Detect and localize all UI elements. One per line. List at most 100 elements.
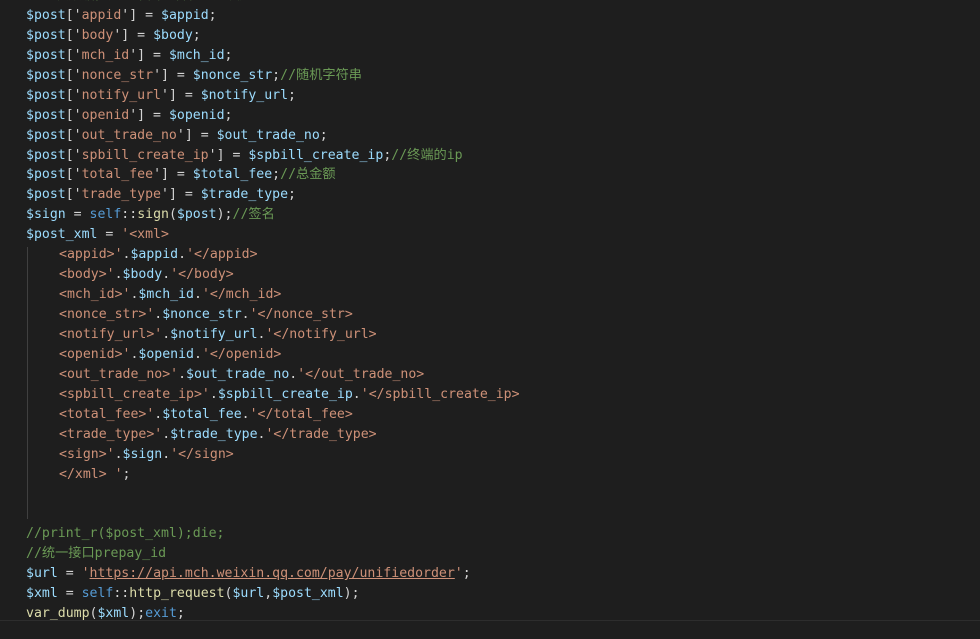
code-token: //统一接口prepay_id — [26, 546, 167, 562]
code-line[interactable]: //统一接口prepay_id — [26, 544, 980, 564]
code-line[interactable]: $url = 'https://api.mch.weixin.qq.com/pa… — [26, 564, 980, 584]
code-token: . — [178, 366, 187, 382]
code-token: $sign — [26, 207, 66, 223]
code-line[interactable]: <nonce_str>'.$nonce_str.'</nonce_str> — [26, 305, 980, 325]
code-token: . — [162, 426, 171, 442]
code-token: <appid>' — [59, 247, 123, 263]
code-token: //组装数据，用于下面签名和构造发送请求的xml — [26, 0, 316, 3]
code-token: exit — [145, 606, 177, 622]
code-line[interactable]: <notify_url>'.$notify_url.'</notify_url> — [26, 325, 980, 345]
code-token: ( — [168, 207, 177, 223]
code-line[interactable]: <out_trade_no>'.$out_trade_no.'</out_tra… — [26, 365, 980, 385]
code-token: $post — [26, 7, 66, 23]
code-line[interactable]: <appid>'.$appid.'</appid> — [26, 245, 980, 265]
code-token: . — [178, 247, 187, 263]
code-token: spbill_create_ip — [81, 147, 209, 163]
code-token: <body>' — [59, 267, 115, 283]
horizontal-scrollbar-track[interactable] — [0, 620, 980, 639]
code-line[interactable]: $post['appid'] = $appid; — [26, 6, 980, 26]
code-token: <nonce_str>' — [59, 307, 155, 322]
code-token: '</appid> — [186, 247, 258, 263]
code-token: '</spbill_create_ip> — [360, 386, 520, 402]
code-token: <mch_id>' — [59, 287, 131, 303]
code-line[interactable]: </xml> '; — [26, 465, 980, 485]
code-token: , — [264, 586, 273, 602]
code-token: <openid>' — [59, 346, 131, 362]
code-token: '</out_trade_no> — [297, 366, 425, 382]
code-line[interactable]: $post['trade_type'] = $trade_type; — [26, 185, 980, 205]
code-token: $body — [122, 267, 163, 283]
code-token: $post — [26, 167, 66, 183]
code-token: $body — [153, 27, 193, 43]
code-token: body — [81, 27, 114, 43]
code-line[interactable]: $post_xml = '<xml> — [26, 225, 980, 245]
code-line[interactable]: $post['mch_id'] = $mch_id; — [26, 46, 980, 66]
code-line[interactable]: $post['notify_url'] = $notify_url; — [26, 86, 980, 106]
code-token: self — [81, 586, 114, 602]
code-token: ; — [272, 167, 281, 183]
code-token: ; — [288, 87, 296, 103]
code-token: nonce_str — [81, 67, 154, 83]
code-line[interactable]: <total_fee>'.$total_fee.'</total_fee> — [26, 405, 980, 425]
code-token: ; — [288, 187, 296, 203]
code-token: $appid — [161, 7, 209, 23]
code-token: '</total_fee> — [249, 406, 353, 422]
code-token: . — [241, 406, 250, 422]
code-line[interactable]: <mch_id>'.$mch_id.'</mch_id> — [26, 285, 980, 305]
code-token: $appid — [130, 247, 179, 263]
code-token: //总金额 — [280, 167, 336, 183]
code-token: '] = — [113, 27, 154, 43]
code-token: ; — [176, 606, 185, 622]
code-token: . — [209, 386, 218, 402]
code-line[interactable] — [26, 504, 980, 524]
code-line[interactable]: $post['nonce_str'] = $nonce_str;//随机字符串 — [26, 66, 980, 86]
code-line[interactable]: $post['out_trade_no'] = $out_trade_no; — [26, 126, 980, 146]
code-area[interactable]: //组装数据，用于下面签名和构造发送请求的xml $post['appid'] =… — [26, 0, 980, 624]
code-token: [' — [65, 187, 82, 203]
code-token: [' — [65, 167, 82, 183]
code-token: $post — [26, 27, 66, 43]
code-line[interactable]: $post['body'] = $body; — [26, 26, 980, 46]
code-editor[interactable]: //组装数据，用于下面签名和构造发送请求的xml $post['appid'] =… — [0, 0, 980, 639]
code-line[interactable]: //print_r($post_xml);die; — [26, 524, 980, 544]
code-token: $post — [26, 87, 66, 103]
code-token: //签名 — [232, 207, 275, 223]
code-line[interactable]: $xml = self::http_request($url,$post_xml… — [26, 584, 980, 604]
code-token: '</trade_type> — [265, 426, 377, 442]
code-token: trade_type — [81, 187, 161, 203]
code-token: ; — [122, 466, 131, 482]
code-token: <spbill_create_ip>' — [59, 386, 210, 402]
code-token: '</mch_id> — [201, 287, 282, 303]
code-token: $spbill_create_ip — [248, 147, 384, 163]
code-token: [' — [65, 127, 82, 143]
code-token: $post — [26, 107, 66, 123]
code-token: ; — [319, 127, 328, 143]
code-line[interactable]: $sign = self::sign($post);//签名 — [26, 205, 980, 225]
code-token: $url — [232, 586, 265, 602]
code-token: <out_trade_no>' — [59, 366, 179, 382]
code-line[interactable]: <trade_type>'.$trade_type.'</trade_type> — [26, 425, 980, 445]
code-token: ; — [208, 7, 217, 23]
code-token: . — [114, 267, 123, 283]
code-token: $xml — [26, 586, 58, 602]
code-line[interactable] — [26, 484, 980, 504]
url-link[interactable]: https://api.mch.weixin.qq.com/pay/unifie… — [90, 566, 455, 581]
code-line[interactable]: <sign>'.$sign.'</sign> — [26, 445, 980, 465]
code-line[interactable]: $post['spbill_create_ip'] = $spbill_crea… — [26, 146, 980, 166]
code-line[interactable]: <openid>'.$openid.'</openid> — [26, 345, 980, 365]
code-token: $post — [176, 207, 217, 223]
code-token: $trade_type — [170, 426, 258, 442]
code-token: $total_fee — [162, 406, 242, 422]
code-line[interactable]: $post['openid'] = $openid; — [26, 106, 980, 126]
code-token: [' — [65, 7, 82, 23]
code-token: </xml> ' — [59, 466, 123, 482]
code-line[interactable]: <body>'.$body.'</body> — [26, 265, 980, 285]
code-token: $url — [26, 566, 58, 582]
code-token: //随机字符串 — [280, 67, 362, 83]
code-token: . — [194, 346, 202, 362]
code-token: $post — [26, 47, 66, 63]
code-token: $out_trade_no — [216, 127, 320, 143]
code-token: = — [97, 227, 122, 243]
code-line[interactable]: <spbill_create_ip>'.$spbill_create_ip.'<… — [26, 385, 980, 405]
code-line[interactable]: $post['total_fee'] = $total_fee;//总金额 — [26, 165, 980, 185]
